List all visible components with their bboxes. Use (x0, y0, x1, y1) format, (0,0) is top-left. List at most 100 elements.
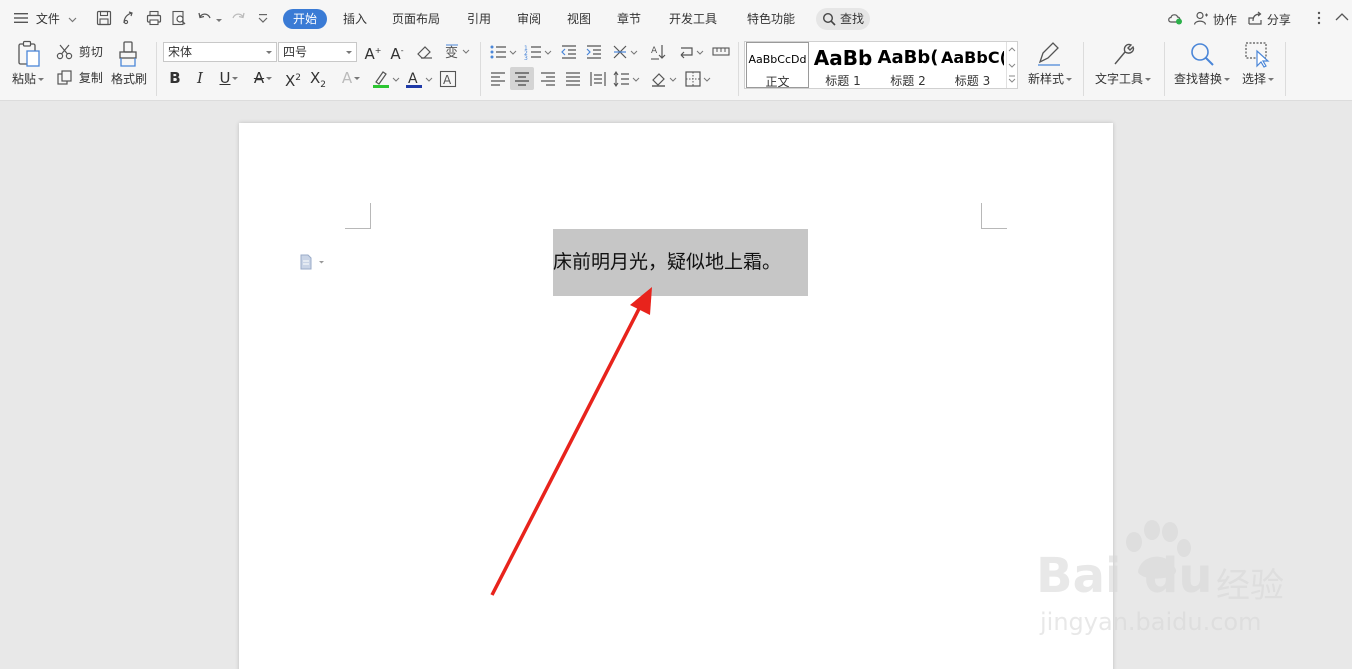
format-painter-button[interactable] (117, 40, 141, 71)
find-replace-label-wrap[interactable]: 查找替换 (1174, 72, 1231, 86)
phonetic-guide-icon[interactable]: 变 (444, 42, 470, 63)
document-page[interactable]: 床前明月光，疑似地上霜。 (239, 123, 1113, 669)
tab-view[interactable]: 视图 (567, 10, 591, 28)
sort-icon[interactable]: A (650, 43, 668, 64)
table-tools-icon[interactable] (712, 43, 730, 64)
select-button[interactable] (1244, 40, 1272, 71)
chinese-layout-icon[interactable] (612, 43, 640, 64)
output-pdf-icon[interactable] (120, 9, 138, 27)
share-button[interactable]: 分享 (1247, 10, 1291, 28)
document-text[interactable]: 床前明月光，疑似地上霜。 (553, 249, 781, 275)
file-menu[interactable]: 文件 (14, 10, 77, 28)
styles-scroll[interactable] (1006, 42, 1017, 88)
search-icon (822, 12, 836, 26)
copy-button[interactable]: 复制 (56, 69, 103, 86)
style-heading-2[interactable]: AaBb( 标题 2 (876, 42, 940, 88)
tab-chapter[interactable]: 章节 (617, 10, 641, 28)
scissors-icon (56, 44, 73, 59)
tab-references[interactable]: 引用 (467, 10, 491, 28)
collaborate-button[interactable]: 协作 (1193, 10, 1237, 28)
paragraph-handle-icon[interactable] (299, 254, 327, 273)
underline-icon[interactable]: U (216, 69, 242, 87)
paste-label-wrap[interactable]: 粘贴 (12, 72, 45, 86)
clear-format-icon[interactable] (416, 43, 434, 64)
style-heading-1-sample: AaBb (813, 46, 873, 70)
distributed-align-icon[interactable] (589, 70, 607, 91)
style-heading-3[interactable]: AaBbC( 标题 3 (941, 42, 1004, 88)
copy-icon (57, 69, 72, 85)
align-center-button[interactable] (510, 67, 534, 90)
print-icon[interactable] (145, 9, 163, 27)
cloud-sync-icon[interactable] (1166, 9, 1184, 27)
tab-insert[interactable]: 插入 (343, 10, 367, 28)
share-label: 分享 (1266, 13, 1291, 27)
font-name-select[interactable]: 宋体 (163, 42, 277, 62)
style-normal[interactable]: AaBbCcDd 正文 (746, 42, 809, 89)
font-color-icon[interactable]: A (405, 69, 433, 92)
new-style-label: 新样式 (1028, 72, 1065, 86)
paste-button[interactable] (16, 40, 42, 71)
select-label-wrap[interactable]: 选择 (1242, 72, 1275, 86)
grow-font-icon[interactable]: A+ (364, 42, 382, 63)
tab-special-features[interactable]: 特色功能 (747, 10, 795, 28)
watermark-product: 经验 (1216, 566, 1284, 606)
chevron-down-icon (346, 51, 352, 54)
shading-icon[interactable] (650, 70, 678, 91)
subscript-icon[interactable]: X2 (308, 69, 328, 94)
baidu-jingyan-watermark: Bai du 经验 jingyan.baidu.com (1036, 520, 1326, 650)
borders-icon[interactable] (684, 70, 712, 91)
annotation-arrow (490, 287, 652, 596)
bullet-list-icon[interactable] (489, 43, 517, 64)
styles-gallery[interactable]: AaBbCcDd 正文 AaBb 标题 1 AaBb( 标题 2 AaBbC( … (744, 41, 1018, 89)
tab-review[interactable]: 审阅 (517, 10, 541, 28)
italic-icon[interactable]: I (191, 69, 209, 87)
undo-dropdown-icon[interactable] (214, 9, 222, 27)
tab-page-layout[interactable]: 页面布局 (392, 10, 440, 28)
save-icon[interactable] (95, 9, 113, 27)
decrease-indent-icon[interactable] (560, 43, 578, 64)
style-heading-1[interactable]: AaBb 标题 1 (811, 42, 875, 88)
line-spacing-icon[interactable] (613, 70, 641, 91)
style-normal-name: 正文 (765, 75, 790, 89)
undo-icon[interactable] (196, 9, 214, 27)
redo-icon[interactable] (229, 9, 247, 27)
text-tools-label-wrap[interactable]: 文字工具 (1095, 72, 1152, 86)
character-border-icon[interactable]: A (439, 70, 457, 91)
numbered-list-icon[interactable]: 123 (524, 43, 552, 64)
increase-indent-icon[interactable] (585, 43, 603, 64)
superscript-icon[interactable]: X2 (283, 69, 303, 90)
show-hide-marks-icon[interactable] (678, 43, 706, 64)
style-heading-3-name: 标题 3 (954, 74, 991, 88)
search-tab[interactable]: 查找 (816, 8, 870, 30)
menu-bar: 文件 开始 插入 页面布局 引用 审阅 视图 章节 开发工具 特色功能 查找 协… (0, 0, 1352, 38)
find-replace-button[interactable] (1188, 40, 1216, 71)
text-tools-button[interactable] (1109, 40, 1135, 71)
tab-developer[interactable]: 开发工具 (669, 10, 717, 28)
strikethrough-icon[interactable]: A (250, 69, 276, 87)
align-left-icon[interactable] (489, 70, 507, 91)
justify-icon[interactable] (564, 70, 582, 91)
shrink-font-icon[interactable]: A- (388, 42, 406, 63)
tab-home[interactable]: 开始 (283, 9, 327, 29)
margin-corner-right (981, 203, 1007, 229)
align-right-icon[interactable] (539, 70, 557, 91)
text-effects-icon[interactable]: A (338, 69, 364, 87)
new-style-button[interactable] (1036, 40, 1062, 71)
more-options-icon[interactable] (1310, 9, 1328, 27)
highlight-color-icon[interactable] (372, 69, 400, 92)
find-replace-label: 查找替换 (1174, 72, 1223, 86)
font-name-value: 宋体 (168, 45, 193, 59)
bold-icon[interactable]: B (166, 69, 184, 87)
divider (156, 42, 157, 96)
style-heading-3-sample: AaBbC( (941, 48, 1004, 67)
svg-text:变: 变 (445, 45, 458, 60)
print-preview-icon[interactable] (170, 9, 188, 27)
new-style-label-wrap[interactable]: 新样式 (1028, 72, 1073, 86)
paint-brush-icon (119, 41, 137, 67)
cut-button[interactable]: 剪切 (56, 43, 103, 60)
search-tab-label: 查找 (840, 12, 865, 26)
customize-toolbar-icon[interactable] (256, 9, 274, 27)
font-size-select[interactable]: 四号 (278, 42, 357, 62)
collapse-ribbon-icon[interactable] (1334, 9, 1352, 27)
style-normal-sample: AaBbCcDd (748, 53, 807, 66)
